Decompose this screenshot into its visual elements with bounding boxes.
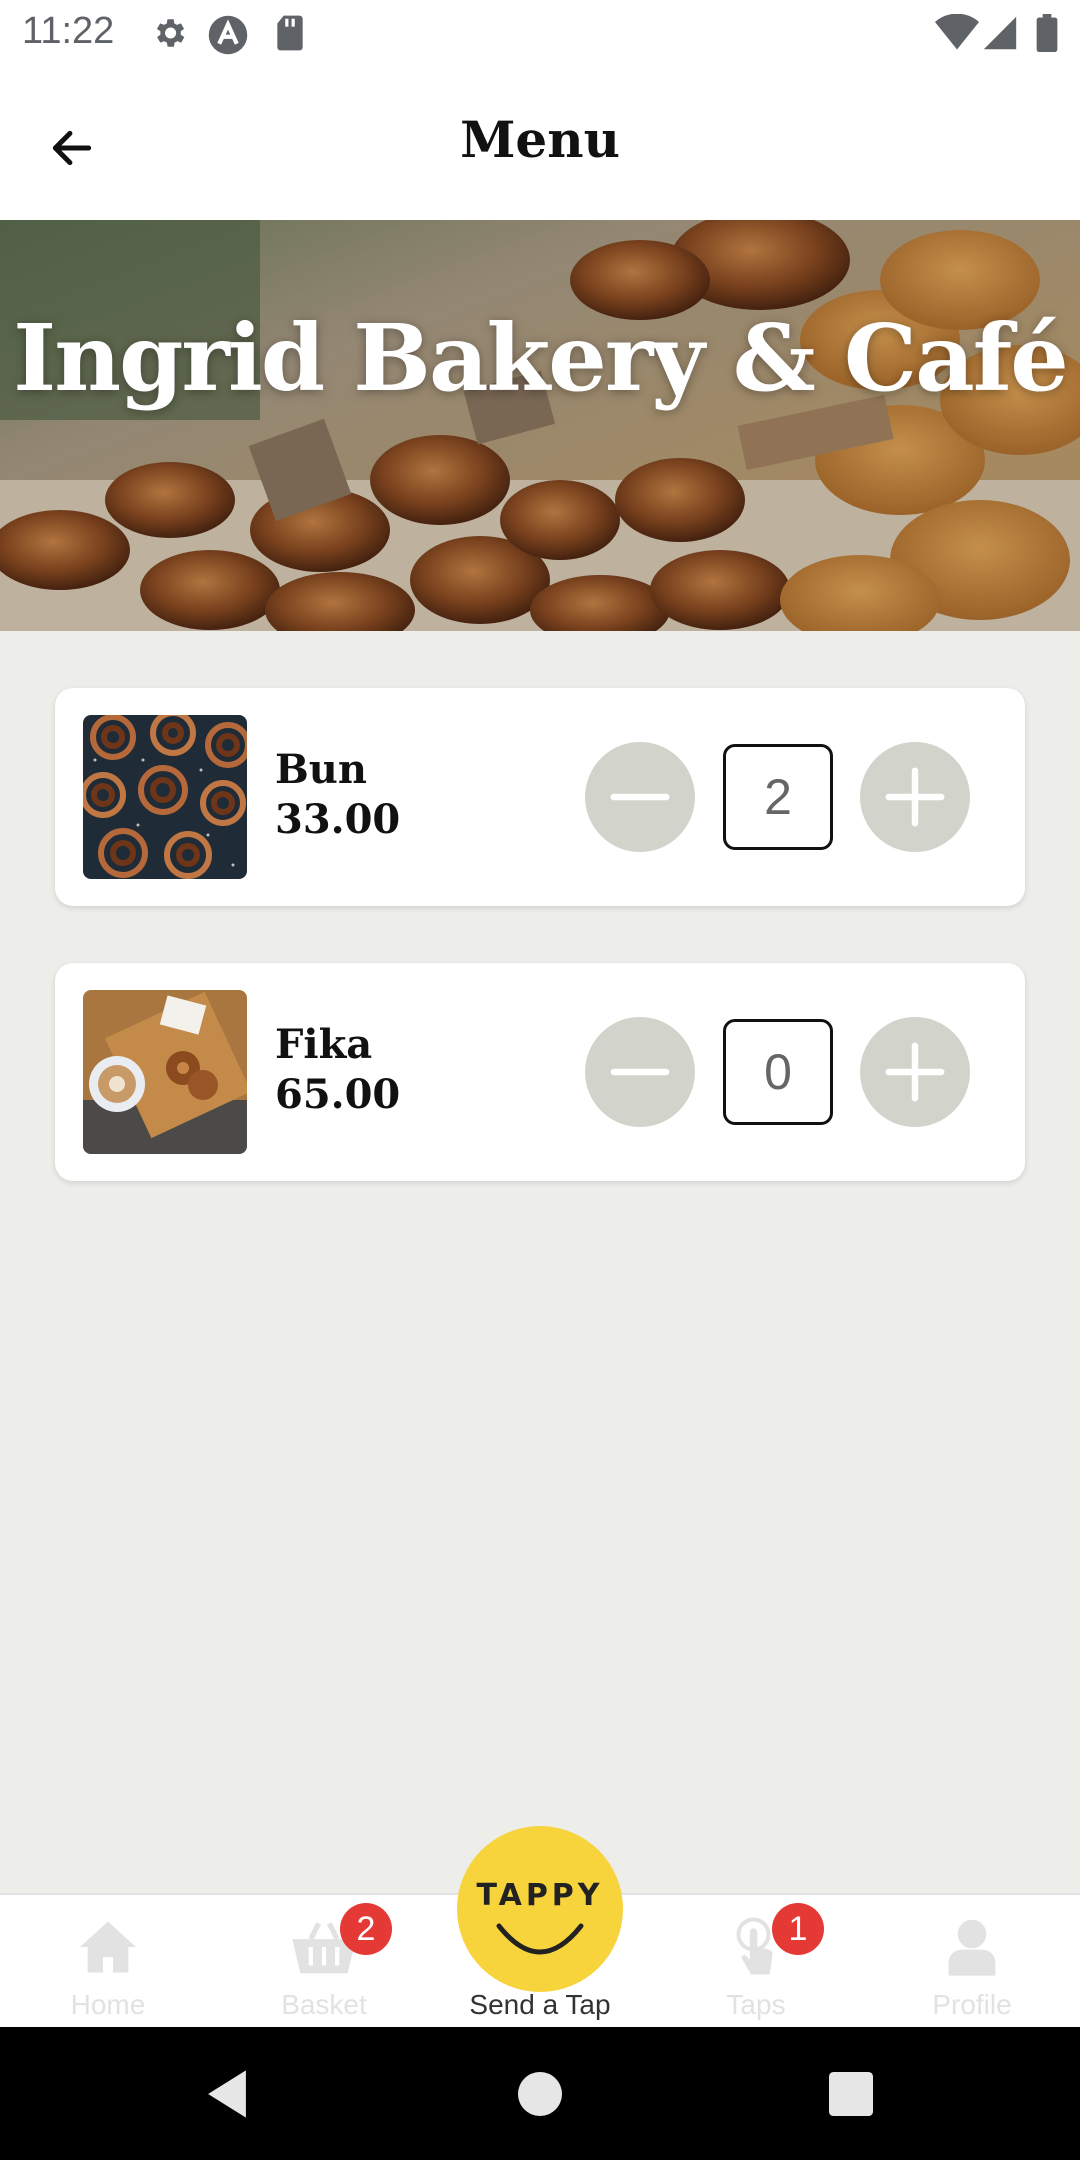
status-time: 11:22 [22,10,115,52]
settings-icon [156,19,185,47]
increase-quantity-button[interactable] [860,742,970,852]
system-recents-button[interactable] [814,2057,888,2131]
minus-icon [610,1068,670,1076]
nav-basket[interactable]: 2 Basket [216,1895,432,2029]
smile-icon [496,1923,584,1955]
item-name: Bun [275,746,367,793]
menu-item-card: Fika 65.00 0 [55,963,1025,1181]
home-icon [80,1921,136,1973]
nav-home[interactable]: Home [0,1895,216,2029]
item-image-fika [83,990,247,1154]
square-recents-icon [829,2072,873,2116]
item-price: 65.00 [275,1071,401,1118]
app-bar: Menu [0,66,1080,220]
restaurant-name: Ingrid Bakery & Café [13,304,1069,412]
battery-icon [1036,14,1058,52]
nav-taps[interactable]: 1 Taps [648,1895,864,2029]
minus-icon [610,793,670,801]
send-tap-button[interactable]: TAPPY [457,1826,623,1992]
profile-icon [948,1919,996,1976]
taps-badge: 1 [772,1903,824,1955]
hero-image [0,220,1080,631]
menu-item-card: Bun 33.00 2 [55,688,1025,906]
hero-banner: Ingrid Bakery & Café [0,220,1080,631]
item-price: 33.00 [275,796,401,843]
wifi-icon [935,14,979,50]
quantity-field[interactable]: 0 [723,1019,833,1125]
nav-profile-label: Profile [932,1989,1012,2020]
basket-badge: 2 [340,1903,392,1955]
sd-card-icon [277,15,303,51]
nav-send-tap-label: Send a Tap [469,1989,611,2020]
tappy-logo-text: TAPPY [476,1878,604,1913]
page-title: Menu [460,110,620,169]
nav-home-label: Home [70,1989,146,2020]
decrease-quantity-button[interactable] [585,742,695,852]
nav-profile[interactable]: Profile [864,1895,1080,2029]
item-image-bun [83,715,247,879]
quantity-field[interactable]: 2 [723,744,833,850]
system-navigation-bar [0,2027,1080,2160]
cellular-signal-icon [983,16,1017,50]
decrease-quantity-button[interactable] [585,1017,695,1127]
triangle-back-icon [208,2070,246,2118]
plus-icon [885,1042,945,1102]
circle-home-icon [518,2072,562,2116]
plus-icon [885,767,945,827]
nav-basket-label: Basket [281,1989,367,2020]
system-back-button[interactable] [190,2057,264,2131]
item-name: Fika [275,1021,373,1068]
increase-quantity-button[interactable] [860,1017,970,1127]
nav-taps-label: Taps [726,1989,786,2020]
app-logo-icon [208,15,248,55]
status-bar: 11:22 [0,0,1080,66]
system-home-button[interactable] [503,2057,577,2131]
